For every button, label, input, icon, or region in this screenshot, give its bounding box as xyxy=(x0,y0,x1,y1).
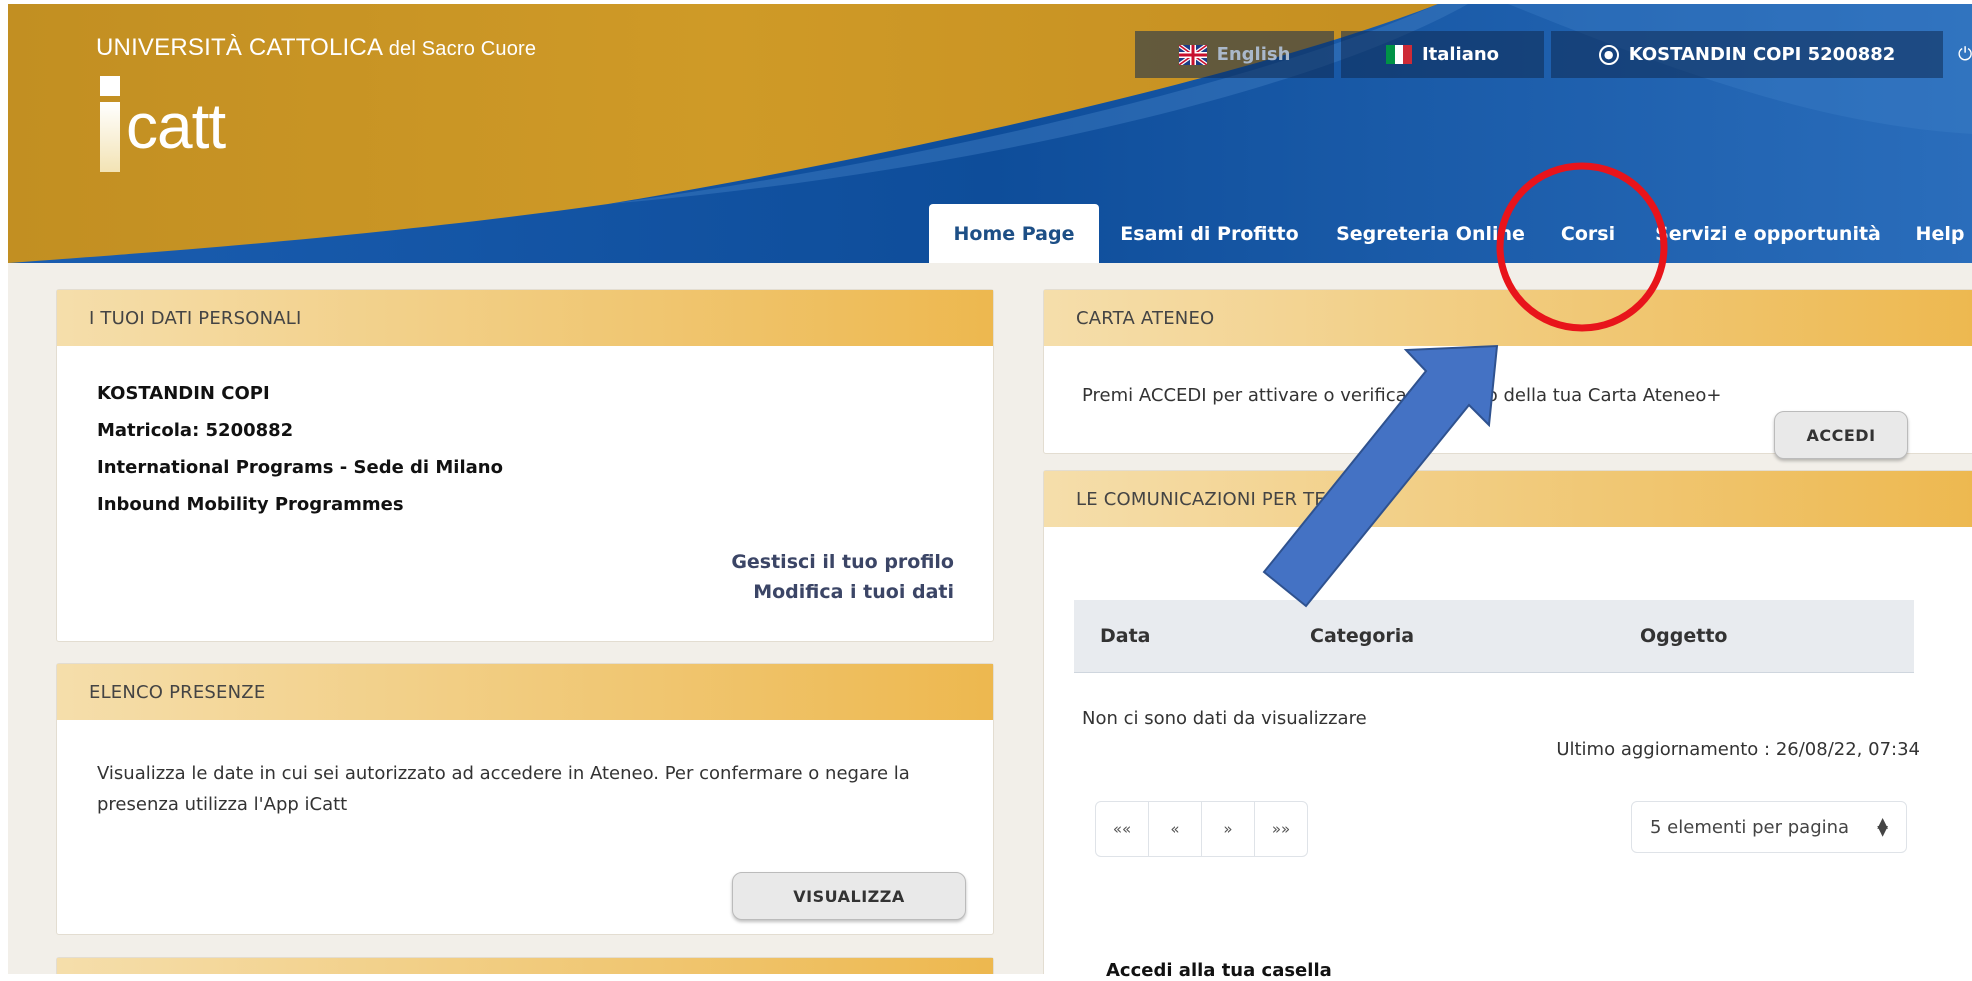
logo-stem xyxy=(100,102,120,172)
user-icon: ● xyxy=(1598,44,1619,65)
tab-home-page[interactable]: Home Page xyxy=(929,204,1099,263)
logo-dot xyxy=(100,76,120,96)
university-name-main: UNIVERSITÀ CATTOLICA xyxy=(96,34,382,61)
tab-segreteria-online[interactable]: Segreteria Online xyxy=(1323,204,1538,263)
language-italian-label: Italiano xyxy=(1421,44,1500,65)
last-update-text: Ultimo aggiornamento : 26/08/22, 07:34 xyxy=(1556,739,1920,760)
language-italian-button[interactable]: Italiano xyxy=(1341,31,1544,78)
student-name: KOSTANDIN COPI xyxy=(97,383,270,404)
manage-profile-link[interactable]: Gestisci il tuo profilo xyxy=(508,551,954,573)
tab-label: Esami di Profitto xyxy=(1120,222,1299,245)
tab-servizi-e-opportunita[interactable]: Servizi e opportunità xyxy=(1648,204,1888,263)
column-header-data[interactable]: Data xyxy=(1100,600,1151,672)
first-page-button[interactable]: «« xyxy=(1096,802,1149,856)
visualizza-button[interactable]: VISUALIZZA xyxy=(732,872,966,920)
user-name-label: KOSTANDIN COPI 5200882 xyxy=(1628,44,1896,65)
italy-flag-icon xyxy=(1385,45,1412,64)
site-header: UNIVERSITÀ CATTOLICA del Sacro Cuore cat… xyxy=(8,4,1972,263)
sort-arrows-icon: ▲ ▼ xyxy=(1877,815,1888,839)
items-per-page-select[interactable]: 5 elementi per pagina ▲ ▼ xyxy=(1631,801,1907,853)
language-english-label: English xyxy=(1216,44,1291,65)
student-program: International Programs - Sede di Milano xyxy=(97,457,503,478)
carta-description: Premi ACCEDI per attivare o verificare l… xyxy=(1082,385,1722,406)
column-header-oggetto[interactable]: Oggetto xyxy=(1640,600,1727,672)
language-english-button[interactable]: English xyxy=(1135,31,1334,78)
icatt-logo[interactable]: catt xyxy=(96,70,296,180)
university-name-suffix: del Sacro Cuore xyxy=(388,38,537,60)
main-navigation: Home Page Esami di Profitto Segreteria O… xyxy=(8,204,1972,263)
card-title xyxy=(57,958,993,974)
tab-label: Segreteria Online xyxy=(1336,222,1525,245)
items-per-page-value: 5 elementi per pagina xyxy=(1650,816,1850,838)
card-title: ELENCO PRESENZE xyxy=(57,664,993,720)
logo-text: catt xyxy=(126,90,226,162)
empty-table-message: Non ci sono dati da visualizzare xyxy=(1082,708,1367,729)
user-account-button[interactable]: ● KOSTANDIN COPI 5200882 xyxy=(1551,31,1943,78)
communications-table-header: Data Categoria Oggetto xyxy=(1074,600,1914,673)
card-title: CARTA ATENEO xyxy=(1044,290,1972,346)
mailbox-link[interactable]: Accedi alla tua casella xyxy=(1106,960,1332,981)
tab-esami-di-profitto[interactable]: Esami di Profitto xyxy=(1102,204,1317,263)
tab-label: Home Page xyxy=(953,222,1075,245)
student-mobility: Inbound Mobility Programmes xyxy=(97,494,404,515)
next-card xyxy=(56,957,994,974)
tab-label: Servizi e opportunità xyxy=(1655,222,1881,245)
previous-page-button[interactable]: « xyxy=(1149,802,1202,856)
edit-data-link[interactable]: Modifica i tuoi dati xyxy=(508,581,954,603)
tab-label: Help xyxy=(1915,222,1965,245)
column-header-categoria[interactable]: Categoria xyxy=(1310,600,1414,672)
accedi-button[interactable]: ACCEDI xyxy=(1774,411,1908,459)
tab-help[interactable]: Help xyxy=(1908,204,1972,263)
tab-label: Corsi xyxy=(1560,222,1616,245)
uk-flag-icon xyxy=(1178,44,1207,65)
power-icon[interactable]: ⏻ xyxy=(1958,44,1972,65)
last-page-button[interactable]: »» xyxy=(1255,802,1307,856)
next-page-button[interactable]: » xyxy=(1202,802,1255,856)
tab-corsi[interactable]: Corsi xyxy=(1538,204,1638,263)
presenze-description: Visualizza le date in cui sei autorizzat… xyxy=(97,763,910,815)
student-matricola: Matricola: 5200882 xyxy=(97,420,294,441)
card-title: I TUOI DATI PERSONALI xyxy=(57,290,993,346)
pagination: «« « » »» xyxy=(1095,801,1308,857)
card-title: LE COMUNICAZIONI PER TE xyxy=(1044,471,1972,527)
university-name: UNIVERSITÀ CATTOLICA del Sacro Cuore xyxy=(96,34,536,62)
